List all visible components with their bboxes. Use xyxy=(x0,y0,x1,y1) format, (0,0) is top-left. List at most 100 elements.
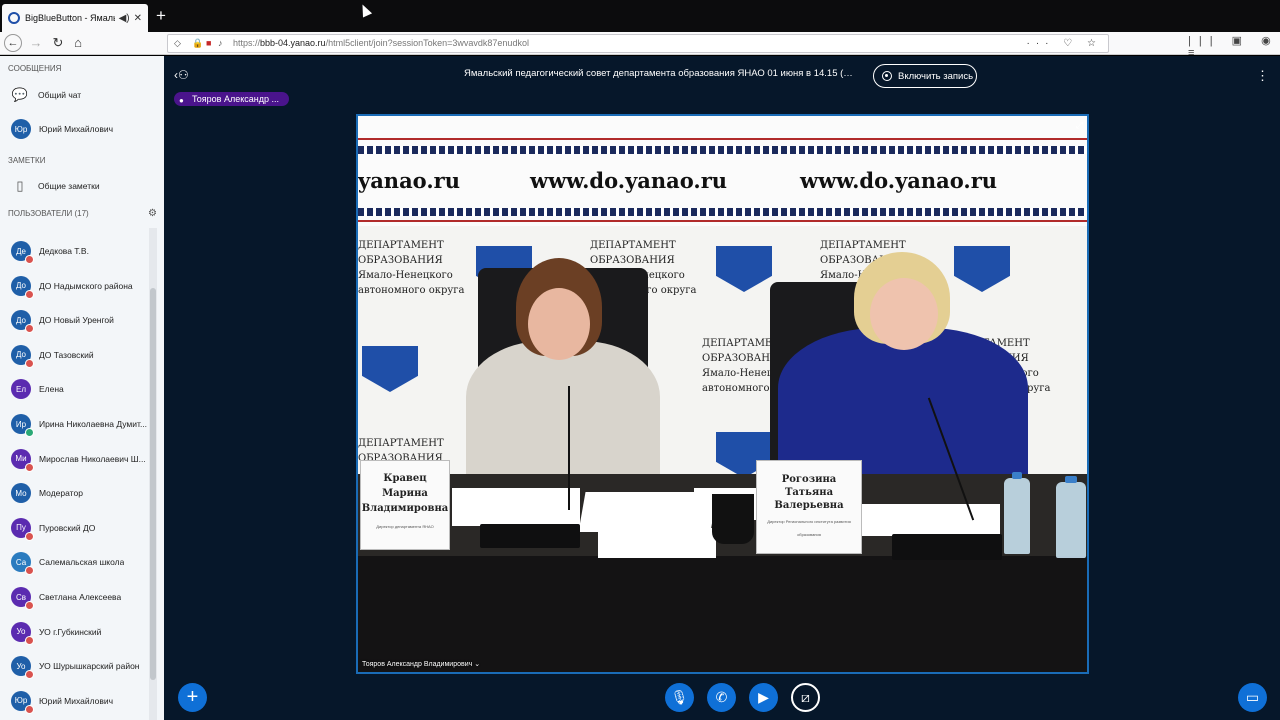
avatar: До xyxy=(11,344,34,368)
leave-audio-button[interactable]: ✆ xyxy=(707,683,736,712)
department-logo-icon xyxy=(716,246,772,292)
mic-muted-icon xyxy=(25,601,34,610)
user-list-item[interactable]: До ДО Тазовский xyxy=(0,340,160,370)
nameplate-left: Кравец Марина Владимировна Директор депа… xyxy=(360,460,450,550)
person-right xyxy=(778,328,1028,478)
papers xyxy=(598,528,716,558)
user-list-item[interactable]: Юр Юрий Михайлович xyxy=(0,686,160,716)
options-menu-icon[interactable]: ⋮ xyxy=(1256,68,1269,84)
user-name: Мирослав Николаевич Ш... xyxy=(39,453,146,464)
user-list-item[interactable]: Де Дедкова Т.В. xyxy=(0,236,160,266)
camera-icon: ▶ xyxy=(758,689,769,705)
mic-muted-icon xyxy=(25,670,34,680)
webcam-button[interactable]: ▶ xyxy=(749,683,778,712)
avatar: Ир xyxy=(11,414,34,437)
mic-muted-icon xyxy=(25,635,34,645)
user-name: Салемальская школа xyxy=(39,557,125,568)
talking-indicator[interactable]: ● Тояров Александр ... xyxy=(174,92,289,106)
papers xyxy=(452,488,580,526)
messages-section-title: СООБЩЕНИЯ xyxy=(8,64,62,73)
shield-icon[interactable]: ◇ xyxy=(174,35,181,52)
main-content-area: ‹⚇ Ямальский педагогический совет департ… xyxy=(164,56,1280,720)
banner-red-line xyxy=(358,138,1087,140)
private-chat-item[interactable]: Юр Юрий Михайлович xyxy=(0,114,160,144)
user-name: Ирина Николаевна Думит... xyxy=(39,419,148,429)
user-list-item[interactable]: Ми Мирослав Николаевич Ш... xyxy=(0,444,160,474)
user-list-item[interactable]: Мо Модератор xyxy=(0,478,160,508)
browser-tab-bar: BigBlueButton - Ямальский ◀) ✕ + xyxy=(0,0,1280,32)
actions-plus-button[interactable]: + xyxy=(178,683,207,712)
presentation-button[interactable]: ▭ xyxy=(1238,683,1267,712)
new-tab-button[interactable]: + xyxy=(150,4,172,28)
pocket-icon[interactable]: ♡ xyxy=(1063,38,1078,49)
mic-muted-icon xyxy=(25,324,34,334)
microphone-icon: 🎙 xyxy=(670,689,689,705)
browser-tab[interactable]: BigBlueButton - Ямальский ◀) ✕ xyxy=(2,4,148,32)
notes-icon: ▯ xyxy=(16,178,24,193)
toggle-user-list-icon[interactable]: ‹⚇ xyxy=(174,68,189,82)
close-tab-icon[interactable]: ✕ xyxy=(134,13,142,24)
user-list-scroll-thumb[interactable] xyxy=(150,288,156,680)
user-list-item[interactable]: Уо УО г.Губкинский xyxy=(0,617,160,647)
user-name: Юрий Михайлович xyxy=(39,695,114,706)
webcam-video[interactable]: yanao.ru www.do.yanao.ru www.do.yanao.ru… xyxy=(356,114,1089,674)
user-list-item[interactable]: До ДО Новый Уренгой xyxy=(0,305,160,335)
mic-muted-icon xyxy=(25,289,34,299)
avatar: Уо xyxy=(11,656,34,680)
microphone-button[interactable]: 🎙 xyxy=(665,683,694,712)
account-icon[interactable]: ◉ xyxy=(1261,35,1279,47)
user-list-item[interactable]: До ДО Надымского района xyxy=(0,271,160,301)
banner-url: yanao.ru xyxy=(358,168,460,193)
avatar: Св xyxy=(11,587,34,610)
home-button[interactable]: ⌂ xyxy=(68,34,88,52)
water-bottle xyxy=(1004,472,1030,554)
tab-title: BigBlueButton - Ямальский xyxy=(25,13,115,23)
mic-on-icon xyxy=(25,428,34,437)
notes-section-title: ЗАМЕТКИ xyxy=(8,156,46,165)
microphone-base xyxy=(892,534,1002,560)
banner-red-line xyxy=(358,220,1087,222)
record-button[interactable]: Включить запись xyxy=(873,64,977,88)
public-chat-item[interactable]: 💬 Общий чат xyxy=(0,80,160,110)
mouse-cursor-icon xyxy=(357,2,373,18)
webcam-owner-label[interactable]: Тояров Александр Владимирович ⌄ xyxy=(362,660,480,668)
camera-permission-icon[interactable]: ■ xyxy=(206,35,211,52)
microphone-icon: ● xyxy=(179,96,184,105)
screen-share-icon: ⧄ xyxy=(801,689,810,705)
back-button[interactable]: ← xyxy=(4,34,22,52)
user-options-gear-icon[interactable]: ⚙ xyxy=(148,208,157,219)
shared-notes-item[interactable]: ▯ Общие заметки xyxy=(0,171,160,201)
page-actions-icon[interactable]: ··· xyxy=(1027,38,1055,49)
speaker-icon[interactable]: ◀) xyxy=(119,13,130,24)
avatar: Уо xyxy=(11,621,34,645)
avatar: Юр xyxy=(11,119,31,139)
microphone-permission-icon[interactable]: ♪ xyxy=(218,35,223,52)
person-left xyxy=(466,341,660,481)
user-list-item[interactable]: Уо УО Шурышкарский район xyxy=(0,651,160,681)
user-name: УО г.Губкинский xyxy=(39,626,102,637)
screen-share-button[interactable]: ⧄ xyxy=(791,683,820,712)
library-icon[interactable]: ||| xyxy=(1188,35,1221,47)
user-name: ДО Тазовский xyxy=(39,349,94,360)
browser-nav-bar: ← → ↻ ⌂ ◇ 🔒 ■ ♪ https://bbb-04.yanao.ru/… xyxy=(0,32,1280,59)
pencil-cup xyxy=(712,494,754,544)
banner-url: www.do.yanao.ru xyxy=(800,168,998,193)
url-prefix: https:// xyxy=(233,38,261,48)
user-list-item[interactable]: Са Салемальская школа xyxy=(0,547,160,577)
avatar: Ел xyxy=(11,379,31,400)
user-list-item[interactable]: Ел Елена xyxy=(0,374,160,404)
user-list-item[interactable]: Св Светлана Алексеева xyxy=(0,582,160,612)
bookmark-star-icon[interactable]: ☆ xyxy=(1087,38,1102,49)
reload-button[interactable]: ↻ xyxy=(48,34,68,52)
sidebar-icon[interactable]: ▣ xyxy=(1232,35,1250,47)
banner-ornament xyxy=(358,208,1087,216)
forward-button[interactable]: → xyxy=(26,34,46,52)
user-list-item[interactable]: Ир Ирина Николаевна Думит... xyxy=(0,409,160,439)
user-list-item[interactable]: Пу Пуровский ДО xyxy=(0,513,160,543)
avatar: До xyxy=(11,275,34,299)
microphone-stand xyxy=(568,386,570,510)
address-bar[interactable]: ◇ 🔒 ■ ♪ https://bbb-04.yanao.ru/html5cli… xyxy=(167,34,1109,53)
lock-icon[interactable]: 🔒 xyxy=(192,35,203,52)
chat-bubbles-icon: 💬 xyxy=(11,87,29,102)
fullscreen-icon[interactable]: ⤢ xyxy=(1076,120,1083,131)
